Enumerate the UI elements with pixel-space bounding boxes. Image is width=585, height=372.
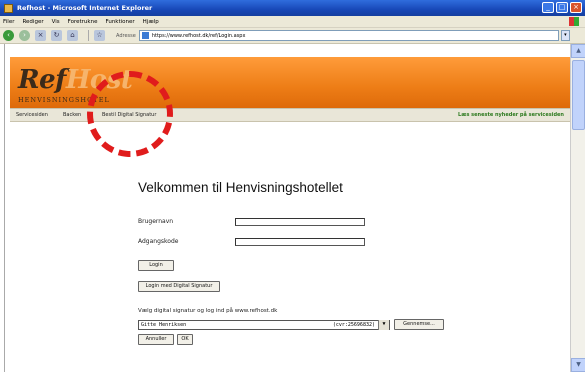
address-dropdown-icon[interactable]: ▾ <box>560 30 570 41</box>
page-icon <box>141 32 149 39</box>
refresh-icon[interactable]: ↻ <box>51 30 62 41</box>
annotation-highlight-circle <box>87 71 173 157</box>
nav-servicesiden[interactable]: Servicesiden <box>16 112 48 118</box>
back-arrow-icon[interactable]: ‹ <box>3 30 14 41</box>
windows-logo-icon <box>569 17 579 26</box>
window-titlebar: Refhost - Microsoft Internet Explorer _ … <box>0 0 585 16</box>
window-title: Refhost - Microsoft Internet Explorer <box>17 4 153 12</box>
menu-help[interactable]: Hjælp <box>143 19 159 25</box>
login-button[interactable]: Login <box>138 260 174 271</box>
toolbar-separator <box>88 30 89 41</box>
menu-view[interactable]: Vis <box>52 19 60 25</box>
news-link[interactable]: Læs seneste nyheder på servicesiden <box>458 112 564 118</box>
signature-name: Gitte Henriksen <box>141 322 187 328</box>
address-label: Adresse <box>116 32 136 39</box>
username-label: Brugernavn <box>138 218 174 225</box>
scroll-thumb[interactable] <box>572 60 585 130</box>
scroll-up-icon[interactable]: ▲ <box>571 44 585 58</box>
digital-signature-login-button[interactable]: Login med Digital Signatur <box>138 281 220 292</box>
signature-cvr: (cvr:25696832) <box>332 322 375 328</box>
address-url: https://www.refhost.dk/ref/Login.aspx <box>151 32 246 39</box>
maximize-button[interactable]: □ <box>556 2 568 13</box>
page-title: Velkommen til Henvisningshotellet <box>138 180 343 195</box>
menu-file[interactable]: Filer <box>3 19 14 25</box>
password-label: Adgangskode <box>138 238 179 245</box>
menu-edit[interactable]: Rediger <box>22 19 43 25</box>
menu-tools[interactable]: Funktioner <box>105 19 134 25</box>
forward-arrow-icon[interactable]: › <box>19 30 30 41</box>
menu-bar: Filer Rediger Vis Foretrukne Funktioner … <box>0 16 585 28</box>
signature-prompt: Vælg digital signatur og log ind på www.… <box>138 308 278 314</box>
ie-app-icon <box>4 3 13 13</box>
close-button[interactable]: × <box>570 2 582 13</box>
cancel-button[interactable]: Annuller <box>138 334 174 345</box>
nav-backen[interactable]: Backen <box>63 112 81 118</box>
password-input[interactable] <box>235 238 365 246</box>
favorites-icon[interactable]: ☆ <box>94 30 105 41</box>
minimize-button[interactable]: _ <box>542 2 554 13</box>
signature-select[interactable]: Gitte Henriksen (cvr:25696832) ▼ <box>138 320 390 330</box>
browser-toolbar: ‹ › × ↻ ⌂ ☆ Adresse https://www.refhost.… <box>0 28 585 44</box>
vertical-scrollbar[interactable]: ▲ ▼ <box>570 44 585 372</box>
menu-favorites[interactable]: Foretrukne <box>68 19 98 25</box>
username-input[interactable] <box>235 218 365 226</box>
scroll-down-icon[interactable]: ▼ <box>571 358 585 372</box>
browse-button[interactable]: Gennemse... <box>394 319 444 330</box>
logo-text-dark: Ref <box>18 65 66 95</box>
address-bar[interactable]: https://www.refhost.dk/ref/Login.aspx <box>138 30 559 41</box>
stop-icon[interactable]: × <box>35 30 46 41</box>
ok-button[interactable]: OK <box>177 334 193 345</box>
home-icon[interactable]: ⌂ <box>67 30 78 41</box>
chevron-down-icon[interactable]: ▼ <box>378 320 389 330</box>
